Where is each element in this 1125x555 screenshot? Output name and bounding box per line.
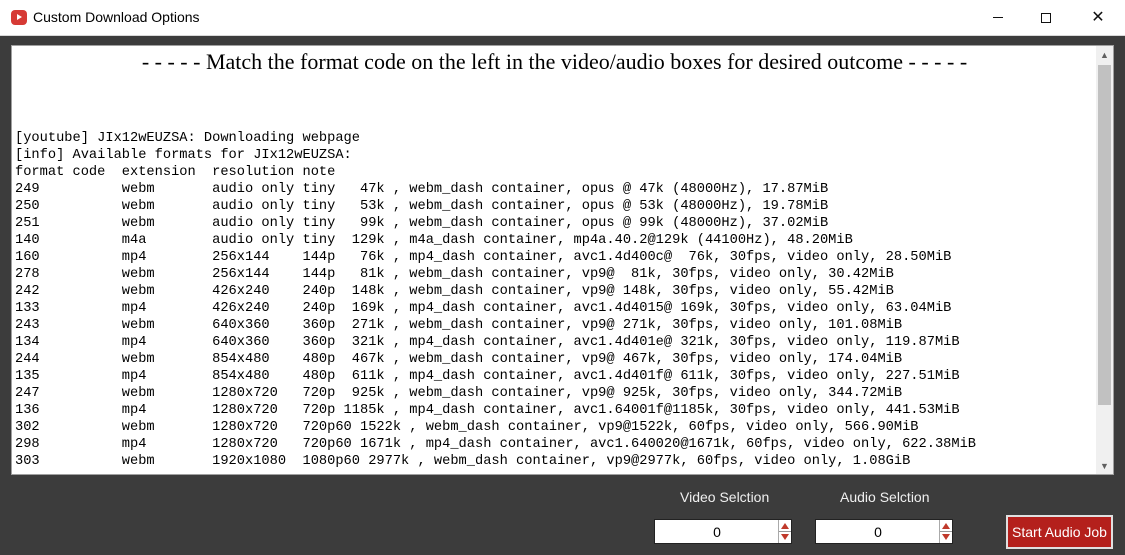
output-line: 250 webm audio only tiny 53k , webm_dash… xyxy=(15,199,829,214)
instructions-header: - - - - - Match the format code on the l… xyxy=(141,49,968,74)
audio-selection-input[interactable] xyxy=(816,520,940,543)
video-selection-label: Video Selction xyxy=(680,489,770,505)
video-selection-input[interactable] xyxy=(655,520,779,543)
output-line: [youtube] JIx12wEUZSA: Downloading webpa… xyxy=(15,131,360,146)
output-line: 251 webm audio only tiny 99k , webm_dash… xyxy=(15,216,829,231)
output-line: 134 mp4 640x360 360p 321k , mp4_dash con… xyxy=(15,335,960,350)
output-line: 302 webm 1280x720 720p60 1522k , webm_da… xyxy=(15,420,919,435)
scroll-up-arrow-icon[interactable]: ▲ xyxy=(1096,46,1113,63)
audio-selection-spinbox[interactable] xyxy=(815,519,953,544)
maximize-button[interactable] xyxy=(1023,0,1069,35)
video-spin-arrows[interactable] xyxy=(778,520,791,543)
scrollbar-thumb[interactable] xyxy=(1098,65,1111,405)
output-line: 244 webm 854x480 480p 467k , webm_dash c… xyxy=(15,352,903,367)
output-line: 247 webm 1280x720 720p 925k , webm_dash … xyxy=(15,386,903,401)
start-audio-job-button[interactable]: Start Audio Job xyxy=(1006,515,1113,549)
spin-down-icon[interactable] xyxy=(942,534,950,540)
output-line: 160 mp4 256x144 144p 76k , mp4_dash cont… xyxy=(15,250,952,265)
app-icon xyxy=(11,10,27,25)
output-line: 140 m4a audio only tiny 129k , m4a_dash … xyxy=(15,233,853,248)
output-line: 133 mp4 426x240 240p 169k , mp4_dash con… xyxy=(15,301,952,316)
output-line: 278 webm 256x144 144p 81k , webm_dash co… xyxy=(15,267,894,282)
spin-down-icon[interactable] xyxy=(781,534,789,540)
vertical-scrollbar[interactable]: ▲ ▼ xyxy=(1096,46,1113,474)
output-line: 135 mp4 854x480 480p 611k , mp4_dash con… xyxy=(15,369,960,384)
output-line: [info] Available formats for JIx12wEUZSA… xyxy=(15,148,352,163)
audio-selection-label: Audio Selction xyxy=(840,489,930,505)
maximize-icon xyxy=(1041,12,1051,23)
minimize-button[interactable] xyxy=(975,0,1021,35)
video-selection-spinbox[interactable] xyxy=(654,519,792,544)
minimize-icon xyxy=(993,17,1003,18)
output-line: 242 webm 426x240 240p 148k , webm_dash c… xyxy=(15,284,894,299)
output-line: 136 mp4 1280x720 720p 1185k , mp4_dash c… xyxy=(15,403,960,418)
window-title: Custom Download Options xyxy=(33,9,200,25)
audio-spin-arrows[interactable] xyxy=(939,520,952,543)
spin-up-icon[interactable] xyxy=(942,523,950,529)
output-line: 303 webm 1920x1080 1080p60 2977k , webm_… xyxy=(15,454,911,469)
spin-up-icon[interactable] xyxy=(781,523,789,529)
output-line: 298 mp4 1280x720 720p60 1671k , mp4_dash… xyxy=(15,437,977,452)
output-line: 249 webm audio only tiny 47k , webm_dash… xyxy=(15,182,829,197)
output-line: format code extension resolution note xyxy=(15,165,336,180)
title-bar: Custom Download Options ✕ xyxy=(0,0,1125,36)
output-line: 243 webm 640x360 360p 271k , webm_dash c… xyxy=(15,318,903,333)
scroll-down-arrow-icon[interactable]: ▼ xyxy=(1096,457,1113,474)
format-list: [youtube] JIx12wEUZSA: Downloading webpa… xyxy=(15,130,976,470)
close-icon: ✕ xyxy=(1091,8,1105,26)
close-button[interactable]: ✕ xyxy=(1075,0,1121,35)
format-output-textbox[interactable]: - - - - - Match the format code on the l… xyxy=(11,45,1114,475)
